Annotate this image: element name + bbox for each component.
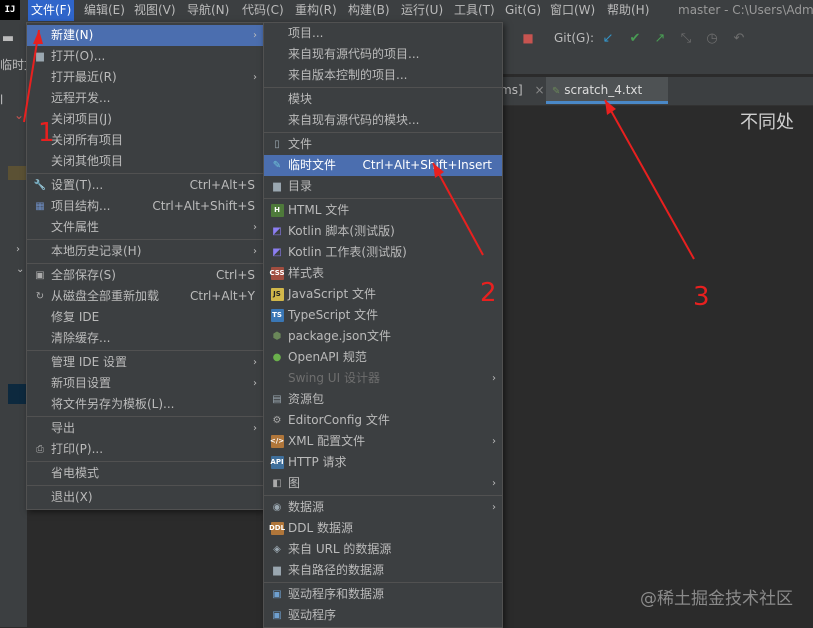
annotation-number-2: 2 (480, 278, 497, 308)
annotation-arrow-3 (604, 99, 695, 260)
annotation-arrow-2 (432, 162, 484, 256)
annotation-number-3: 3 (693, 282, 710, 312)
watermark: @稀土掘金技术社区 (640, 589, 793, 609)
annotation-arrows (23, 29, 695, 260)
annotation-number-1: 1 (38, 118, 55, 148)
annotation-arrowhead-3 (605, 100, 616, 115)
annotation-arrowhead-2 (433, 163, 444, 178)
